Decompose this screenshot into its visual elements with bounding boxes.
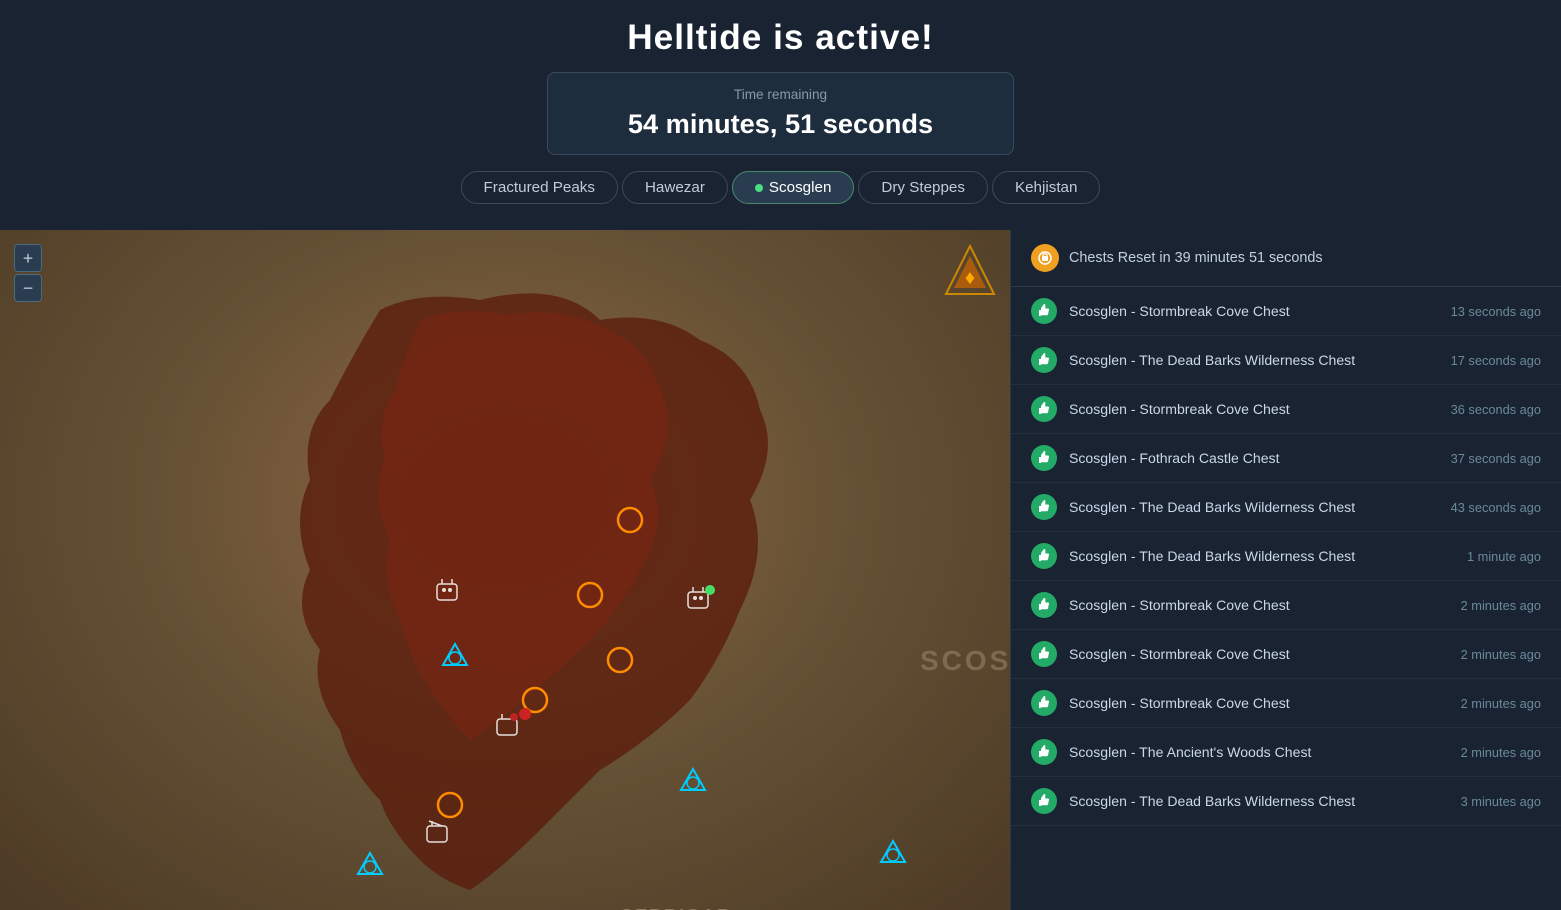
map-controls: + − [14, 244, 42, 302]
log-item-text: Scosglen - Fothrach Castle Chest [1069, 450, 1439, 466]
log-item-text: Scosglen - Stormbreak Cove Chest [1069, 401, 1439, 417]
log-item-text: Scosglen - The Ancient's Woods Chest [1069, 744, 1449, 760]
log-item-time: 1 minute ago [1467, 549, 1541, 564]
log-item-time: 43 seconds ago [1451, 500, 1541, 515]
zoom-out-button[interactable]: − [14, 274, 42, 302]
log-item-time: 36 seconds ago [1451, 402, 1541, 417]
log-thumbs-up-icon [1031, 641, 1057, 667]
zoom-in-button[interactable]: + [14, 244, 42, 272]
tab-kehjistan-label: Kehjistan [1015, 179, 1077, 196]
log-list: Scosglen - Stormbreak Cove Chest 13 secon… [1011, 287, 1561, 826]
log-item-time: 2 minutes ago [1461, 647, 1541, 662]
log-item-text: Scosglen - Stormbreak Cove Chest [1069, 303, 1439, 319]
active-dot-icon [755, 184, 763, 192]
tab-dry-steppes[interactable]: Dry Steppes [858, 171, 988, 204]
chest-reset-text: Chests Reset in 39 minutes 51 seconds [1069, 250, 1323, 266]
log-item-text: Scosglen - Stormbreak Cove Chest [1069, 646, 1449, 662]
log-item-text: Scosglen - Stormbreak Cove Chest [1069, 695, 1449, 711]
log-item: Scosglen - The Ancient's Woods Chest 2 mi… [1011, 728, 1561, 777]
tab-kehjistan[interactable]: Kehjistan [992, 171, 1100, 204]
map-svg: SCOS CERRIGAR [0, 230, 1010, 910]
tab-scosglen-label: Scosglen [769, 179, 831, 196]
log-thumbs-up-icon [1031, 788, 1057, 814]
zone-tabs: Fractured Peaks Hawezar Scosglen Dry Ste… [0, 171, 1561, 218]
log-item-time: 2 minutes ago [1461, 745, 1541, 760]
tab-fractured-peaks[interactable]: Fractured Peaks [461, 171, 618, 204]
log-thumbs-up-icon [1031, 396, 1057, 422]
header: Helltide is active! Time remaining 54 mi… [0, 0, 1561, 230]
log-item: Scosglen - The Dead Barks Wilderness Che… [1011, 336, 1561, 385]
log-item-text: Scosglen - The Dead Barks Wilderness Che… [1069, 793, 1449, 809]
log-item-time: 37 seconds ago [1451, 451, 1541, 466]
log-thumbs-up-icon [1031, 592, 1057, 618]
chest-reset-bar: Chests Reset in 39 minutes 51 seconds [1011, 230, 1561, 287]
tab-dry-steppes-label: Dry Steppes [881, 179, 965, 196]
main-area: + − [0, 230, 1561, 910]
log-thumbs-up-icon [1031, 494, 1057, 520]
timer-value: 54 minutes, 51 seconds [628, 108, 933, 140]
svg-text:♦: ♦ [965, 267, 975, 289]
log-item: Scosglen - Stormbreak Cove Chest 13 secon… [1011, 287, 1561, 336]
page-title: Helltide is active! [0, 18, 1561, 58]
log-item: Scosglen - Fothrach Castle Chest 37 secon… [1011, 434, 1561, 483]
log-item: Scosglen - Stormbreak Cove Chest 2 minute… [1011, 679, 1561, 728]
sidebar: Chests Reset in 39 minutes 51 seconds Sc… [1010, 230, 1561, 910]
log-item-text: Scosglen - The Dead Barks Wilderness Che… [1069, 499, 1439, 515]
log-thumbs-up-icon [1031, 543, 1057, 569]
svg-text:CERRIGAR: CERRIGAR [620, 906, 732, 910]
chest-reset-icon [1031, 244, 1059, 272]
log-item-time: 2 minutes ago [1461, 598, 1541, 613]
log-thumbs-up-icon [1031, 445, 1057, 471]
log-thumbs-up-icon [1031, 347, 1057, 373]
tab-hawezar[interactable]: Hawezar [622, 171, 728, 204]
tab-hawezar-label: Hawezar [645, 179, 705, 196]
tab-fractured-peaks-label: Fractured Peaks [484, 179, 595, 196]
log-item-time: 2 minutes ago [1461, 696, 1541, 711]
timer-box: Time remaining 54 minutes, 51 seconds [547, 72, 1014, 155]
app-container: Helltide is active! Time remaining 54 mi… [0, 0, 1561, 910]
log-item-time: 3 minutes ago [1461, 794, 1541, 809]
log-item: Scosglen - The Dead Barks Wilderness Che… [1011, 777, 1561, 826]
map-area[interactable]: + − [0, 230, 1010, 910]
log-item: Scosglen - Stormbreak Cove Chest 2 minute… [1011, 581, 1561, 630]
log-thumbs-up-icon [1031, 739, 1057, 765]
log-thumbs-up-icon [1031, 690, 1057, 716]
log-item-time: 13 seconds ago [1451, 304, 1541, 319]
log-item-text: Scosglen - The Dead Barks Wilderness Che… [1069, 548, 1455, 564]
log-item: Scosglen - Stormbreak Cove Chest 2 minute… [1011, 630, 1561, 679]
svg-text:SCOS: SCOS [920, 645, 1010, 676]
log-item-text: Scosglen - Stormbreak Cove Chest [1069, 597, 1449, 613]
timer-label: Time remaining [628, 87, 933, 102]
log-item: Scosglen - The Dead Barks Wilderness Che… [1011, 483, 1561, 532]
map-background: + − [0, 230, 1010, 910]
log-item-text: Scosglen - The Dead Barks Wilderness Che… [1069, 352, 1439, 368]
region-emblem-icon: ♦ [944, 244, 996, 296]
log-item: Scosglen - Stormbreak Cove Chest 36 secon… [1011, 385, 1561, 434]
tab-scosglen[interactable]: Scosglen [732, 171, 854, 204]
log-thumbs-up-icon [1031, 298, 1057, 324]
log-item-time: 17 seconds ago [1451, 353, 1541, 368]
log-item: Scosglen - The Dead Barks Wilderness Che… [1011, 532, 1561, 581]
